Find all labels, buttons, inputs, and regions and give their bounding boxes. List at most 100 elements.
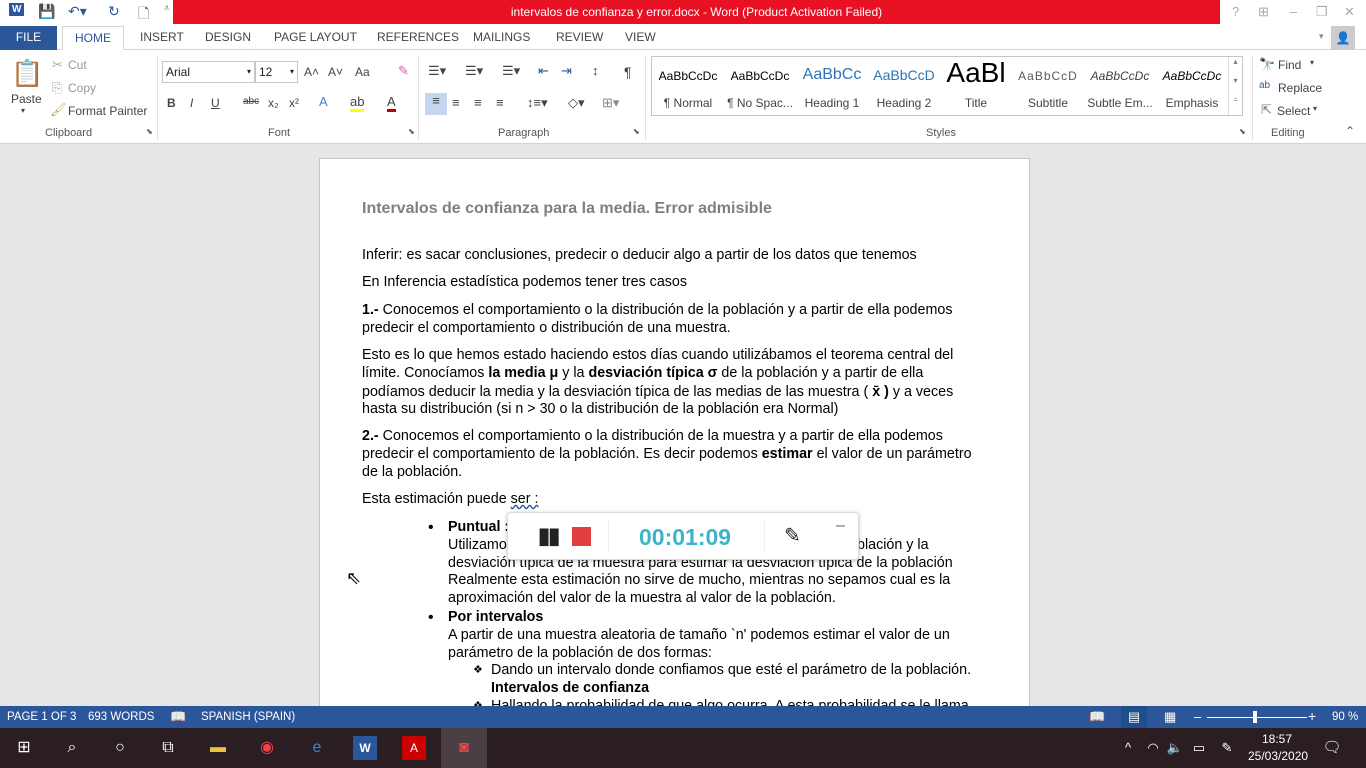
- decrease-indent-icon[interactable]: ⇤: [538, 63, 549, 79]
- pause-icon[interactable]: ▮▮: [538, 523, 560, 549]
- paste-dropdown-icon[interactable]: ▾: [21, 106, 25, 115]
- show-hidden-icons[interactable]: ^: [1116, 736, 1140, 760]
- language-indicator[interactable]: SPANISH (SPAIN): [201, 711, 295, 723]
- tab-review[interactable]: REVIEW: [556, 26, 603, 50]
- edge-icon[interactable]: e: [305, 736, 329, 760]
- select-button[interactable]: Select: [1277, 104, 1310, 118]
- tab-page-layout[interactable]: PAGE LAYOUT: [274, 26, 357, 50]
- notifications-icon[interactable]: 🗨: [1320, 736, 1344, 760]
- bullets-icon[interactable]: ☰▾: [428, 63, 446, 79]
- style-heading-1[interactable]: AaBbCc Heading 1: [796, 57, 868, 115]
- sort-icon[interactable]: ↕: [592, 63, 599, 78]
- save-icon[interactable]: 💾: [38, 3, 55, 20]
- minimize-recorder-icon[interactable]: –: [836, 517, 845, 535]
- format-painter-button[interactable]: Format Painter: [68, 104, 147, 118]
- subscript-button[interactable]: x₂: [268, 96, 279, 110]
- volume-icon[interactable]: 🔈: [1163, 736, 1187, 760]
- tab-home[interactable]: HOME: [62, 26, 124, 50]
- select-dropdown-icon[interactable]: ▾: [1313, 104, 1317, 113]
- cut-button[interactable]: Cut: [68, 58, 87, 72]
- replace-button[interactable]: Replace: [1278, 81, 1322, 95]
- wifi-icon[interactable]: ◠: [1141, 736, 1165, 760]
- grow-font-button[interactable]: A˄: [304, 65, 319, 79]
- style-normal[interactable]: AaBbCcDc ¶ Normal: [652, 57, 724, 115]
- clear-formatting-icon[interactable]: ✎: [398, 63, 409, 79]
- account-dropdown-icon[interactable]: ▾: [1319, 31, 1324, 42]
- print-layout-icon[interactable]: ▤: [1121, 706, 1147, 728]
- font-color-icon[interactable]: A: [387, 94, 396, 112]
- search-icon[interactable]: ⌕: [60, 736, 84, 760]
- find-dropdown-icon[interactable]: ▾: [1310, 58, 1314, 67]
- tab-references[interactable]: REFERENCES: [377, 26, 459, 50]
- strikethrough-button[interactable]: abc: [243, 96, 259, 107]
- minimize-button[interactable]: –: [1290, 4, 1297, 19]
- tab-file[interactable]: FILE: [0, 26, 57, 50]
- paragraph-launcher-icon[interactable]: ⬊: [633, 127, 640, 136]
- restore-button[interactable]: ❐: [1316, 4, 1328, 20]
- show-formatting-button[interactable]: ¶: [624, 64, 632, 80]
- clipboard-launcher-icon[interactable]: ⬊: [146, 127, 153, 136]
- task-view-icon[interactable]: ⧉: [156, 736, 180, 760]
- avatar[interactable]: 👤: [1331, 26, 1355, 50]
- find-button[interactable]: Find: [1278, 58, 1301, 72]
- align-left-icon[interactable]: ≡: [425, 93, 447, 115]
- cortana-icon[interactable]: ○: [108, 736, 132, 760]
- multilevel-list-icon[interactable]: ☰▾: [502, 63, 520, 79]
- styles-scroll[interactable]: ▴ ▾ ⩡: [1228, 57, 1242, 115]
- new-document-icon[interactable]: 🗋: [138, 3, 149, 27]
- file-explorer-icon[interactable]: ▬: [206, 736, 230, 760]
- align-right-icon[interactable]: ≡: [474, 95, 482, 110]
- pen-workspace-icon[interactable]: ✎: [1215, 736, 1239, 760]
- read-mode-icon[interactable]: 📖: [1089, 709, 1105, 725]
- style-emphasis[interactable]: AaBbCcDc Emphasis: [1156, 57, 1228, 115]
- bold-button[interactable]: B: [167, 96, 176, 110]
- acrobat-icon[interactable]: A: [402, 736, 426, 760]
- page-count[interactable]: PAGE 1 OF 3: [7, 711, 76, 723]
- redo-icon[interactable]: ↻: [108, 3, 120, 20]
- undo-icon[interactable]: ↶▾: [68, 3, 87, 20]
- align-center-icon[interactable]: ≡: [452, 95, 460, 110]
- superscript-button[interactable]: x²: [289, 96, 299, 110]
- numbering-icon[interactable]: ☰▾: [465, 63, 483, 79]
- clock-date[interactable]: 25/03/2020: [1248, 749, 1308, 763]
- font-size-select[interactable]: 12 ▾: [255, 61, 298, 83]
- zoom-slider[interactable]: [1207, 717, 1307, 718]
- underline-button[interactable]: U: [211, 96, 220, 110]
- increase-indent-icon[interactable]: ⇥: [561, 63, 572, 79]
- customize-toolbar-icon[interactable]: ⩡: [164, 3, 170, 14]
- chrome-icon[interactable]: ◉: [255, 736, 279, 760]
- tab-mailings[interactable]: MAILINGS: [473, 26, 530, 50]
- line-spacing-icon[interactable]: ↕≡▾: [527, 95, 548, 111]
- style-no-spac[interactable]: AaBbCcDc ¶ No Spac...: [724, 57, 796, 115]
- shading-icon[interactable]: ◇▾: [568, 95, 585, 111]
- clock-time[interactable]: 18:57: [1262, 732, 1292, 746]
- ribbon-display-options-icon[interactable]: ⊞: [1258, 4, 1269, 20]
- help-button[interactable]: ?: [1232, 4, 1239, 19]
- styles-launcher-icon[interactable]: ⬊: [1239, 127, 1246, 136]
- draw-pen-icon[interactable]: ✎: [784, 523, 801, 548]
- tab-design[interactable]: DESIGN: [205, 26, 251, 50]
- collapse-ribbon-icon[interactable]: ⌃: [1345, 124, 1355, 138]
- proofing-icon[interactable]: 📖: [170, 709, 186, 725]
- italic-button[interactable]: I: [190, 96, 193, 110]
- word-count[interactable]: 693 WORDS: [88, 711, 154, 723]
- font-name-select[interactable]: Arial ▾: [162, 61, 255, 83]
- copy-button[interactable]: Copy: [68, 81, 96, 95]
- text-effects-icon[interactable]: A: [319, 94, 328, 109]
- zoom-level[interactable]: 90 %: [1332, 711, 1358, 723]
- justify-icon[interactable]: ≡: [496, 95, 504, 110]
- borders-icon[interactable]: ⊞▾: [602, 95, 619, 111]
- tab-insert[interactable]: INSERT: [140, 26, 184, 50]
- start-windows-icon[interactable]: ⊞: [12, 736, 36, 760]
- stop-icon[interactable]: [572, 527, 591, 546]
- zoom-slider-thumb[interactable]: [1253, 711, 1257, 723]
- close-button[interactable]: ✕: [1344, 4, 1355, 20]
- paste-icon[interactable]: 📋: [11, 58, 43, 89]
- highlight-color-icon[interactable]: ab: [350, 94, 365, 112]
- tab-view[interactable]: VIEW: [625, 26, 656, 50]
- style-title[interactable]: AaBl Title: [940, 57, 1012, 115]
- change-case-button[interactable]: Aa: [355, 65, 370, 79]
- font-launcher-icon[interactable]: ⬊: [408, 127, 415, 136]
- word-taskbar-icon[interactable]: W: [353, 736, 377, 760]
- screen-recorder-taskbar-icon[interactable]: ◙: [441, 728, 487, 768]
